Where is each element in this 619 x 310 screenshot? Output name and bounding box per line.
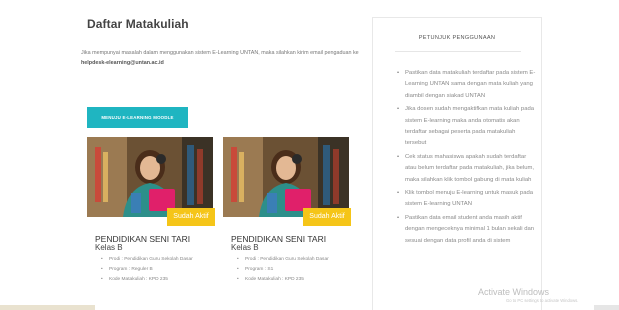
taskbar-right[interactable] [594,305,619,310]
course-detail-program: Program : Reguler B [101,265,211,275]
page-title: Daftar Matakuliah [87,17,189,31]
course-details: Prodi : Pendidikan Guru Sekolah Dasar Pr… [237,255,347,285]
course-class: Kelas B [231,243,259,252]
activate-windows-subtitle: Go to PC settings to activate Windows. [506,298,579,303]
help-notice: Jika mempunyai masalah dalam menggunakan… [81,48,361,68]
divider [395,51,521,52]
moodle-button[interactable]: MENUJU E-LEARNING MOODLE [87,107,188,128]
status-badge: Sudah Aktif [167,208,215,226]
usage-tip: Pastikan data matakuliah terdaftar pada … [397,68,537,102]
usage-tip: Cek status mahasiswa apakah sudah terdaf… [397,152,537,186]
usage-tip: Pastikan data email student anda masih a… [397,213,537,247]
course-detail-prodi: Prodi : Pendidikan Guru Sekolah Dasar [101,255,211,265]
activate-windows-watermark: Activate Windows [478,287,550,297]
course-detail-prodi: Prodi : Pendidikan Guru Sekolah Dasar [237,255,347,265]
usage-guide-list: Pastikan data matakuliah terdaftar pada … [397,68,537,249]
main-content: Daftar Matakuliah Jika mempunyai masalah… [0,0,360,300]
usage-tip: Jika dosen sudah mengaktifkan mata kulia… [397,104,537,150]
usage-tip: Klik tombol menuju E-learning untuk masu… [397,188,537,211]
help-notice-text: Jika mempunyai masalah dalam menggunakan… [81,50,359,56]
course-class: Kelas B [95,243,123,252]
student-photo-illustration [223,137,349,217]
course-detail-code: Kode Matakuliah : KPD 235 [237,275,347,285]
course-card[interactable]: Sudah Aktif PENDIDIKAN SENI TARI Kelas B… [87,137,215,297]
course-detail-code: Kode Matakuliah : KPD 235 [101,275,211,285]
student-photo-illustration [87,137,213,217]
status-badge: Sudah Aktif [303,208,351,226]
taskbar-left[interactable] [0,305,95,310]
course-details: Prodi : Pendidikan Guru Sekolah Dasar Pr… [101,255,211,285]
usage-guide-title: PETUNJUK PENGGUNAAN [418,35,496,41]
course-detail-program: Program : S1 [237,265,347,275]
usage-guide-panel: PETUNJUK PENGGUNAAN Pastikan data mataku… [372,17,542,310]
helpdesk-email-link[interactable]: helpdesk-elearning@untan.ac.id [81,58,361,68]
course-card[interactable]: Sudah Aktif PENDIDIKAN SENI TARI Kelas B… [223,137,351,297]
course-image [87,137,213,217]
course-image [223,137,349,217]
